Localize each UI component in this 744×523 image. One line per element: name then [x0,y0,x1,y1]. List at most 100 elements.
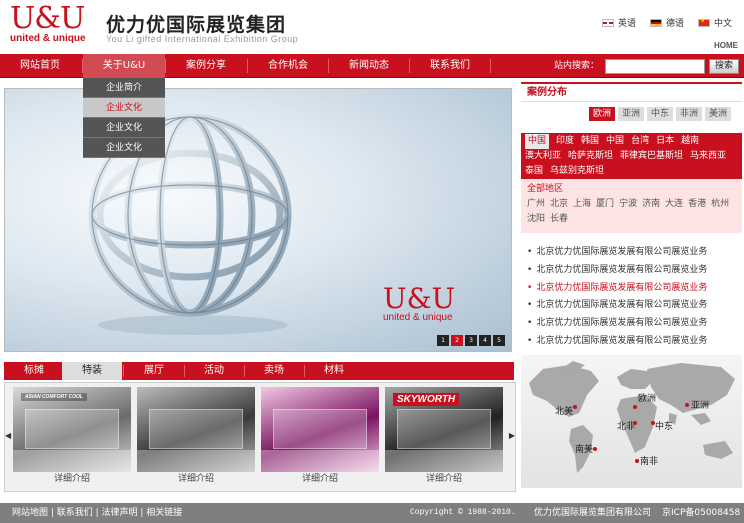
tab-special[interactable]: 特装 [62,362,122,380]
thumbnail-caption-link[interactable]: 详细介绍 [137,472,255,486]
booth-photo-image[interactable] [137,387,255,472]
country-link[interactable]: 印度 [556,134,574,149]
news-title[interactable]: 北京优力优国际展览发展有限公司展览业务 [536,318,707,328]
booth-photo-image[interactable]: SKYWORTH [385,387,503,472]
lang-chinese[interactable]: 中文 [697,16,732,29]
country-link[interactable]: 澳大利亚 [525,149,561,164]
region-tab[interactable]: 亚洲 [618,107,644,121]
case-thumbnail[interactable]: 详细介绍 [261,387,379,487]
tab-booth[interactable]: 标摊 [4,362,64,380]
dropdown-item[interactable]: 企业文化 [83,98,165,118]
city-link[interactable]: 杭州 [711,197,729,212]
map-region-label[interactable]: 中东 [655,419,673,432]
thumbnail-caption-link[interactable]: 详细介绍 [261,472,379,486]
tab-events[interactable]: 活动 [184,362,244,380]
case-thumbnail[interactable]: ASIAN COMFORT COOL 详细介绍 [13,387,131,487]
map-marker-icon[interactable] [651,421,655,425]
map-marker-icon[interactable] [633,421,637,425]
city-link[interactable]: 北京 [550,197,568,212]
map-region-label[interactable]: 欧洲 [638,391,656,404]
country-link[interactable]: 韩国 [581,134,599,149]
nav-item-cases[interactable]: 案例分享 [166,54,246,78]
search-input[interactable] [605,59,705,74]
slide-page-button[interactable]: 3 [465,335,477,346]
map-marker-icon[interactable] [593,447,597,451]
tab-showroom[interactable]: 展厅 [124,362,184,380]
all-regions-link[interactable]: 全部地区 [527,182,736,197]
footer-links[interactable]: 网站地图 | 联系我们 | 法律声明 | 相关链接 [12,503,182,523]
news-title[interactable]: 北京优力优国际展览发展有限公司展览业务 [536,336,707,346]
map-marker-icon[interactable] [633,405,637,409]
country-link[interactable]: 马来西亚 [690,149,726,164]
nav-item-cooperation[interactable]: 合作机会 [248,54,328,78]
news-item[interactable]: • 北京优力优国际展览发展有限公司展览业务 [527,262,741,280]
news-item[interactable]: • 北京优力优国际展览发展有限公司展览业务 [527,333,741,351]
news-item[interactable]: • 北京优力优国际展览发展有限公司展览业务 [527,297,741,315]
news-title[interactable]: 北京优力优国际展览发展有限公司展览业务 [536,283,707,293]
map-region-label[interactable]: 北美 [555,404,573,417]
map-region-label[interactable]: 南美 [575,442,593,455]
home-link[interactable]: HOME [714,41,738,50]
hero-logo-mark: U&U [383,282,456,315]
search-button[interactable]: 搜索 [709,59,739,74]
city-link[interactable]: 宁波 [619,197,637,212]
slide-page-button[interactable]: 4 [479,335,491,346]
nav-item-news[interactable]: 新闻动态 [329,54,409,78]
country-link[interactable]: 乌兹别克斯坦 [550,164,604,179]
dropdown-item[interactable]: 企业文化 [83,118,165,138]
lang-english[interactable]: 英语 [601,16,636,29]
region-tab[interactable]: 中东 [647,107,673,121]
country-link[interactable]: 台湾 [631,134,649,149]
case-thumbnail[interactable]: SKYWORTH 详细介绍 [385,387,503,487]
news-item[interactable]: • 北京优力优国际展览发展有限公司展览业务 [527,280,741,298]
country-link[interactable]: 哈萨克斯坦 [568,149,613,164]
case-thumbnail[interactable]: 详细介绍 [137,387,255,487]
country-link[interactable]: 泰国 [525,164,543,179]
region-tab[interactable]: 美洲 [705,107,731,121]
dropdown-item[interactable]: 企业文化 [83,138,165,158]
booth-photo-image[interactable] [261,387,379,472]
news-title[interactable]: 北京优力优国际展览发展有限公司展览业务 [536,300,707,310]
city-link[interactable]: 厦门 [596,197,614,212]
country-link[interactable]: 中国 [606,134,624,149]
city-link[interactable]: 济南 [642,197,660,212]
country-link[interactable]: 日本 [656,134,674,149]
city-link[interactable]: 沈阳 [527,212,545,227]
prev-arrow-icon[interactable]: ◀ [5,431,11,440]
map-region-label[interactable]: 亚洲 [691,398,709,411]
tab-stores[interactable]: 卖场 [244,362,304,380]
next-arrow-icon[interactable]: ▶ [509,431,515,440]
region-tab[interactable]: 欧洲 [589,107,615,121]
brand-logo[interactable]: U&U united & unique [10,4,96,48]
city-link[interactable]: 香港 [688,197,706,212]
city-link[interactable]: 广州 [527,197,545,212]
city-link[interactable]: 长春 [550,212,568,227]
country-link[interactable]: 菲律宾巴基斯坦 [620,149,683,164]
news-item[interactable]: • 北京优力优国际展览发展有限公司展览业务 [527,315,741,333]
booth-photo-image[interactable]: ASIAN COMFORT COOL [13,387,131,472]
dropdown-item[interactable]: 企业简介 [83,78,165,98]
map-region-label[interactable]: 南非 [640,454,658,467]
news-title[interactable]: 北京优力优国际展览发展有限公司展览业务 [536,265,707,275]
slide-page-button[interactable]: 5 [493,335,505,346]
city-link[interactable]: 上海 [573,197,591,212]
hero-banner[interactable]: U&U united & unique 12345 [4,88,512,352]
slide-page-button[interactable]: 1 [437,335,449,346]
region-tab[interactable]: 非洲 [676,107,702,121]
nav-item-home[interactable]: 网站首页 [4,54,76,78]
slide-page-button[interactable]: 2 [451,335,463,346]
country-link[interactable]: 中国 [525,134,550,149]
thumbnail-caption-link[interactable]: 详细介绍 [13,472,131,486]
country-link[interactable]: 越南 [681,134,699,149]
tab-materials[interactable]: 材料 [304,362,364,380]
city-link[interactable]: 大连 [665,197,683,212]
map-marker-icon[interactable] [685,403,689,407]
news-title[interactable]: 北京优力优国际展览发展有限公司展览业务 [536,247,707,257]
thumbnail-caption-link[interactable]: 详细介绍 [385,472,503,486]
lang-german[interactable]: 德语 [649,16,684,29]
nav-item-contact[interactable]: 联系我们 [410,54,490,78]
news-item[interactable]: • 北京优力优国际展览发展有限公司展览业务 [527,244,741,262]
map-marker-icon[interactable] [573,405,577,409]
map-marker-icon[interactable] [635,459,639,463]
nav-item-about[interactable]: 关于U&U [83,54,165,78]
